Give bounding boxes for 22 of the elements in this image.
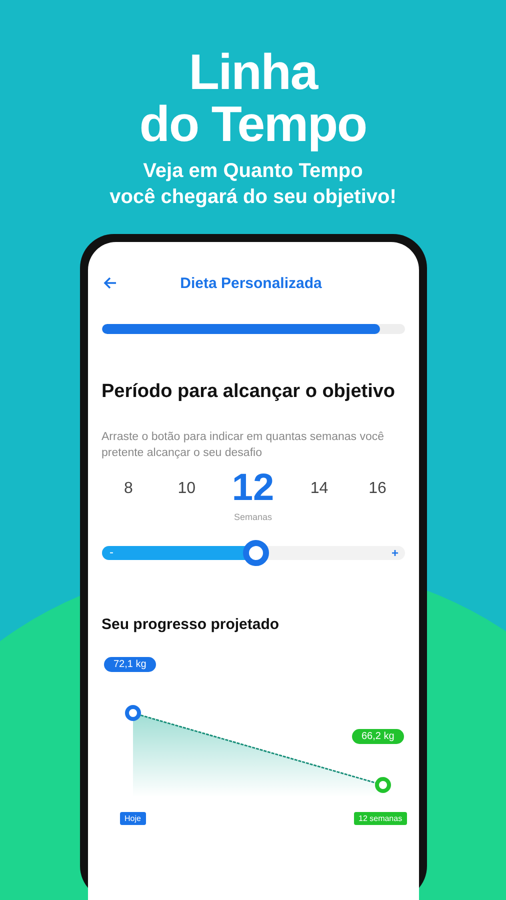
slider-thumb[interactable] (243, 540, 270, 566)
end-weight-label: 66,2 kg (352, 729, 404, 744)
headline-subtitle: Veja em Quanto Tempo (143, 159, 363, 184)
headline-title: do Tempo (139, 98, 367, 150)
back-arrow-icon[interactable] (102, 275, 118, 291)
end-date-label: 12 semanas (354, 812, 408, 825)
week-option[interactable]: 8 (116, 480, 142, 498)
start-date-label: Hoje (120, 812, 146, 825)
start-weight-label: 72,1 kg (104, 657, 156, 672)
app-bar-title: Dieta Personalizada (179, 274, 323, 292)
headline-title: Linha (188, 46, 318, 98)
instructions-text: Arraste o botão para indicar em quantas semanas você pretente alcançar o seu desafio (102, 430, 386, 461)
week-option[interactable]: 14 (306, 480, 332, 498)
week-option[interactable]: 16 (364, 480, 390, 498)
section-title: Seu progresso projetado (102, 616, 280, 633)
headline-subtitle: você chegará do seu objetivo! (110, 185, 396, 210)
section-title: Período para alcançar o objetivo (102, 381, 396, 403)
week-option[interactable]: 12 (232, 467, 274, 510)
week-option[interactable]: 10 (174, 480, 200, 498)
plus-sign: + (391, 546, 398, 560)
unit-label: Semanas (232, 512, 274, 522)
minus-sign: - (110, 545, 114, 559)
